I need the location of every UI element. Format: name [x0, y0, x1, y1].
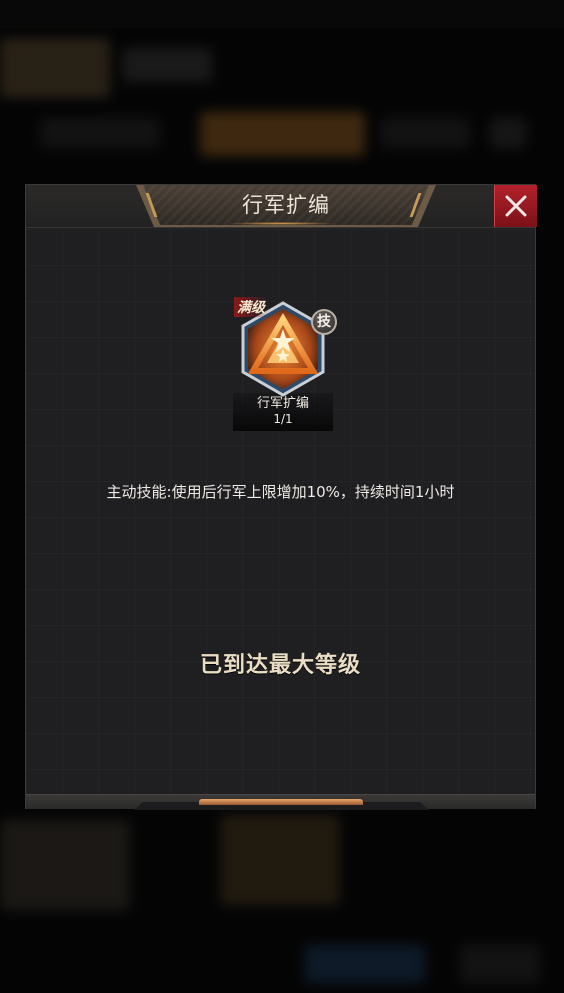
- close-icon: [505, 195, 527, 217]
- skill-description: 主动技能:使用后行军上限增加10%，持续时间1小时: [106, 483, 455, 501]
- skill-level: 1/1: [273, 412, 293, 426]
- maxed-badge: 满级: [234, 297, 268, 317]
- skill-name: 行军扩编: [256, 396, 309, 411]
- close-button[interactable]: [494, 185, 537, 227]
- footer-accent: [199, 799, 363, 805]
- skill-icon-card[interactable]: 满级 技 行军扩编 1/1: [233, 297, 341, 431]
- skill-type-badge: 技: [311, 309, 337, 335]
- skill-dialog: 行军扩编 满级 技 行军扩编 1/1 主动技能:使用后行军上限增加10%，持续时…: [25, 184, 537, 810]
- dialog-header: 行军扩编: [26, 185, 537, 228]
- max-level-status: 已到达最大等级: [199, 653, 361, 678]
- dialog-title: 行军扩编: [242, 193, 330, 217]
